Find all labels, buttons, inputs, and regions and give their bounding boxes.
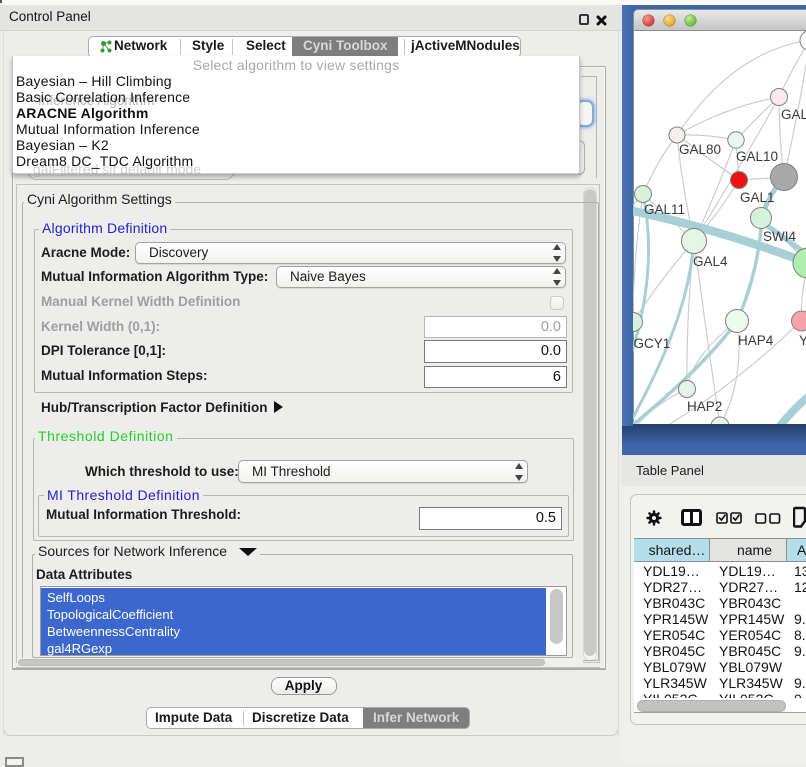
svg-text:YDR…: YDR… <box>799 333 806 348</box>
svg-text:GAL80: GAL80 <box>679 142 721 157</box>
svg-text:GAL1: GAL1 <box>740 190 775 205</box>
svg-text:GAL2: GAL2 <box>781 107 806 122</box>
svg-text:GAL4: GAL4 <box>693 254 728 269</box>
svg-text:GCY1: GCY1 <box>634 336 671 351</box>
svg-text:GAL11: GAL11 <box>644 202 685 217</box>
svg-text:HAP2: HAP2 <box>687 399 722 414</box>
svg-text:HAP4: HAP4 <box>738 333 774 348</box>
svg-text:GAL10: GAL10 <box>736 149 778 164</box>
svg-text:SWI4: SWI4 <box>763 229 796 244</box>
